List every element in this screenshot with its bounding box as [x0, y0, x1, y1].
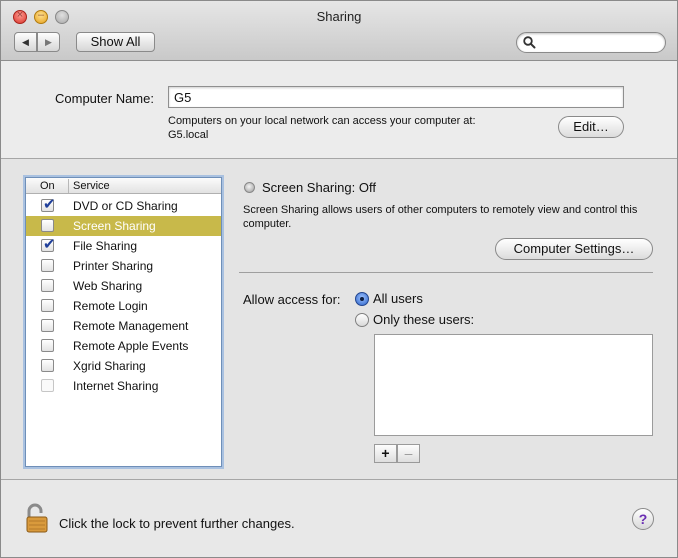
- service-label: File Sharing: [73, 239, 138, 253]
- hint-line-1: Computers on your local network can acce…: [168, 115, 476, 127]
- checkmark-icon: ✔: [43, 236, 56, 253]
- search-input[interactable]: [516, 32, 666, 53]
- allow-access-label: Allow access for:: [243, 292, 341, 307]
- service-label: Printer Sharing: [73, 259, 154, 273]
- help-icon: ?: [638, 511, 648, 527]
- show-all-button[interactable]: Show All: [76, 32, 155, 52]
- remove-user-button[interactable]: –: [397, 444, 420, 463]
- status-indicator-icon: [244, 182, 255, 193]
- only-these-users-radio[interactable]: [355, 313, 369, 327]
- service-label: Web Sharing: [73, 279, 143, 293]
- search-icon: [523, 36, 536, 49]
- service-row[interactable]: Internet Sharing: [26, 376, 221, 396]
- service-label: Remote Apple Events: [73, 339, 189, 353]
- service-label: Internet Sharing: [73, 379, 159, 393]
- all-users-radio[interactable]: [355, 292, 369, 306]
- service-checkbox: [41, 379, 54, 392]
- sharing-window: × – Sharing ◀ ▶ Show All Computer Name: …: [0, 0, 678, 558]
- computer-name-hint: Computers on your local network can acce…: [168, 114, 548, 142]
- service-checkbox[interactable]: [41, 319, 54, 332]
- service-status: Screen Sharing: Off: [262, 180, 376, 195]
- service-checkbox[interactable]: [41, 339, 54, 352]
- allowed-users-list[interactable]: [374, 334, 653, 436]
- help-button[interactable]: ?: [632, 508, 654, 530]
- checkmark-icon: ✔: [43, 196, 56, 213]
- back-arrow-icon: ◀: [22, 37, 29, 47]
- back-button[interactable]: ◀: [14, 32, 37, 52]
- unlocked-padlock-icon: [26, 503, 48, 533]
- service-label: Remote Login: [73, 299, 148, 313]
- service-checkbox[interactable]: [41, 359, 54, 372]
- computer-settings-button[interactable]: Computer Settings…: [495, 238, 653, 260]
- column-service-header[interactable]: Service: [73, 178, 110, 194]
- service-label: DVD or CD Sharing: [73, 199, 178, 213]
- service-row[interactable]: Remote Login: [26, 296, 221, 316]
- service-row[interactable]: ✔ File Sharing: [26, 236, 221, 256]
- service-list[interactable]: On Service ✔ DVD or CD Sharing Screen Shar…: [25, 177, 222, 467]
- service-list-header: On Service: [26, 178, 221, 194]
- computer-name-label: Computer Name:: [55, 91, 154, 106]
- detail-divider: [239, 272, 653, 273]
- service-description: Screen Sharing allows users of other com…: [243, 204, 638, 230]
- service-checkbox[interactable]: [41, 279, 54, 292]
- lock-button[interactable]: [25, 503, 51, 536]
- all-users-label[interactable]: All users: [373, 291, 423, 306]
- service-row[interactable]: Remote Management: [26, 316, 221, 336]
- service-row[interactable]: Screen Sharing: [26, 216, 221, 236]
- computer-name-field[interactable]: G5: [168, 86, 624, 108]
- service-row[interactable]: Xgrid Sharing: [26, 356, 221, 376]
- service-row[interactable]: Printer Sharing: [26, 256, 221, 276]
- service-checkbox[interactable]: ✔: [41, 236, 56, 253]
- local-hostname: G5.local: [168, 129, 209, 141]
- service-checkbox[interactable]: [41, 259, 54, 272]
- only-these-users-label[interactable]: Only these users:: [373, 312, 474, 327]
- service-row[interactable]: Remote Apple Events: [26, 336, 221, 356]
- forward-arrow-icon: ▶: [45, 37, 52, 47]
- column-separator: [68, 179, 69, 193]
- edit-hostname-button[interactable]: Edit…: [558, 116, 624, 138]
- service-label: Remote Management: [73, 319, 189, 333]
- service-row[interactable]: ✔ DVD or CD Sharing: [26, 196, 221, 216]
- lock-status-text: Click the lock to prevent further change…: [59, 516, 295, 531]
- service-row[interactable]: Web Sharing: [26, 276, 221, 296]
- service-checkbox[interactable]: [41, 219, 54, 232]
- service-checkbox[interactable]: [41, 299, 54, 312]
- add-user-button[interactable]: +: [374, 444, 397, 463]
- service-label: Screen Sharing: [73, 219, 156, 233]
- forward-button[interactable]: ▶: [37, 32, 60, 52]
- column-on-header[interactable]: On: [40, 178, 55, 194]
- window-title: Sharing: [316, 9, 362, 24]
- window-toolbar: × – Sharing ◀ ▶ Show All: [1, 1, 677, 61]
- service-label: Xgrid Sharing: [73, 359, 146, 373]
- service-checkbox[interactable]: ✔: [41, 196, 56, 213]
